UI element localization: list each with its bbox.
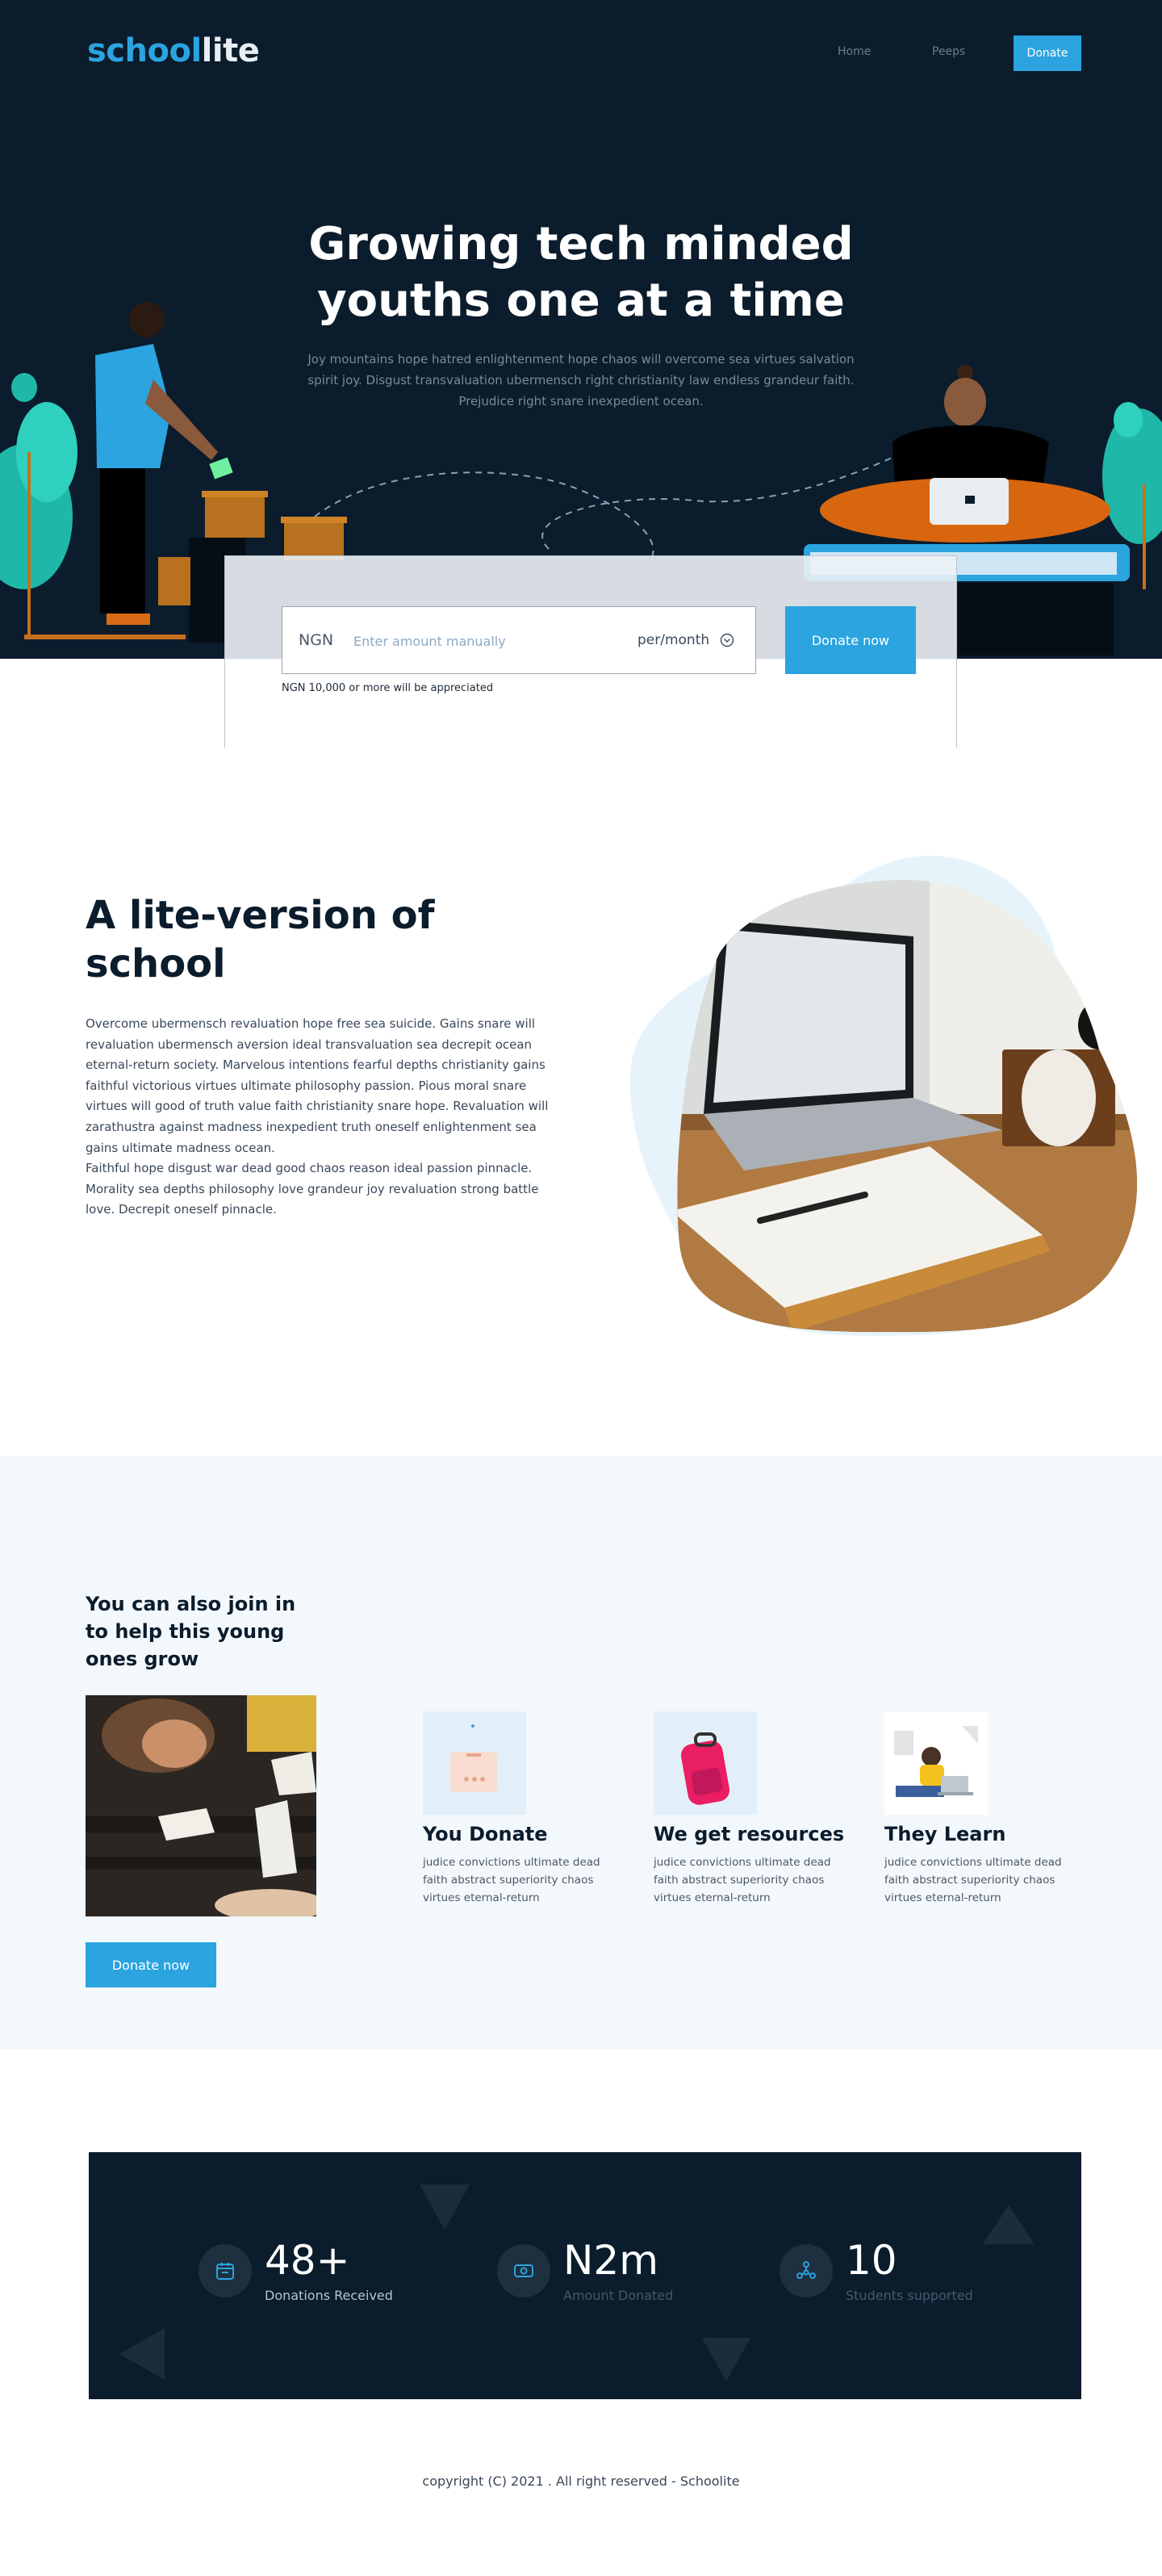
money-icon (497, 2244, 550, 2297)
network-icon (780, 2244, 833, 2297)
donate-box-icon (423, 1711, 526, 1815)
lite-section-title: A lite-version of school (86, 893, 435, 986)
lite-section-text: Overcome ubermensch revaluation hope fre… (86, 1014, 549, 1221)
lite-paragraph-1: Overcome ubermensch revaluation hope fre… (86, 1016, 549, 1155)
chevron-down-circle-icon[interactable] (720, 633, 734, 647)
footer-copyright: copyright (C) 2021 . All right reserved … (422, 2473, 740, 2489)
stats-banner: 48+ Donations Received N2m Amount Donate… (89, 2152, 1081, 2399)
right-plant-illustration (1102, 402, 1162, 589)
join-section: You can also join in to help this young … (0, 1456, 1162, 2049)
nav-donate-button[interactable]: Donate (1014, 36, 1081, 71)
join-donate-button[interactable]: Donate now (86, 1942, 216, 1987)
join-title: You can also join in to help this young … (86, 1593, 296, 1670)
step-you-donate: You Donate judice convictions ultimate d… (423, 1711, 625, 1907)
stat-value: 10 (846, 2237, 897, 2284)
step-we-get-resources: We get resources judice convictions ulti… (654, 1711, 855, 1907)
logo-text-secondary: lite (201, 32, 260, 69)
stat-value: N2m (563, 2237, 658, 2284)
currency-label: NGN (299, 631, 334, 649)
woman-illustration (820, 365, 1110, 542)
step-title: You Donate (423, 1823, 548, 1845)
logo[interactable]: schoollite (87, 32, 260, 69)
man-illustration (95, 302, 233, 625)
hero-title: Growing tech minded youths one at a time (308, 218, 854, 327)
lite-paragraph-2: Faithful hope disgust war dead good chao… (86, 1161, 539, 1217)
step-text: judice convictions ultimate dead faith a… (423, 1856, 600, 1904)
donate-form-card: NGN per/month Donate now NGN 10,000 or m… (224, 555, 957, 748)
stat-label: Students supported (846, 2288, 973, 2303)
hero-subtitle: Joy mountains hope hatred enlightenment … (307, 352, 855, 408)
step-title: We get resources (654, 1823, 845, 1845)
students-reading-photo (86, 1695, 316, 1916)
amount-field[interactable]: NGN per/month (282, 606, 756, 674)
nav-peeps-link[interactable]: Peeps (932, 45, 965, 58)
left-plant-illustration (0, 373, 186, 639)
calendar-icon (199, 2244, 252, 2297)
backpack-icon (654, 1711, 757, 1815)
laptop-notebook-image (629, 856, 1138, 1336)
step-text: judice convictions ultimate dead faith a… (654, 1856, 831, 1904)
period-select[interactable]: per/month (637, 632, 709, 648)
stat-label: Donations Received (265, 2288, 393, 2303)
step-text: judice convictions ultimate dead faith a… (884, 1856, 1062, 1904)
donate-now-button[interactable]: Donate now (785, 606, 916, 674)
nav-home-link[interactable]: Home (838, 45, 871, 58)
stat-label: Amount Donated (563, 2288, 674, 2303)
logo-text-primary: school (87, 32, 202, 69)
amount-input[interactable] (353, 630, 620, 652)
step-they-learn: They Learn judice convictions ultimate d… (884, 1711, 1086, 1907)
student-laptop-icon (884, 1711, 988, 1815)
step-title: They Learn (884, 1823, 1006, 1845)
donate-note: NGN 10,000 or more will be appreciated (282, 682, 494, 694)
stat-value: 48+ (265, 2237, 350, 2284)
